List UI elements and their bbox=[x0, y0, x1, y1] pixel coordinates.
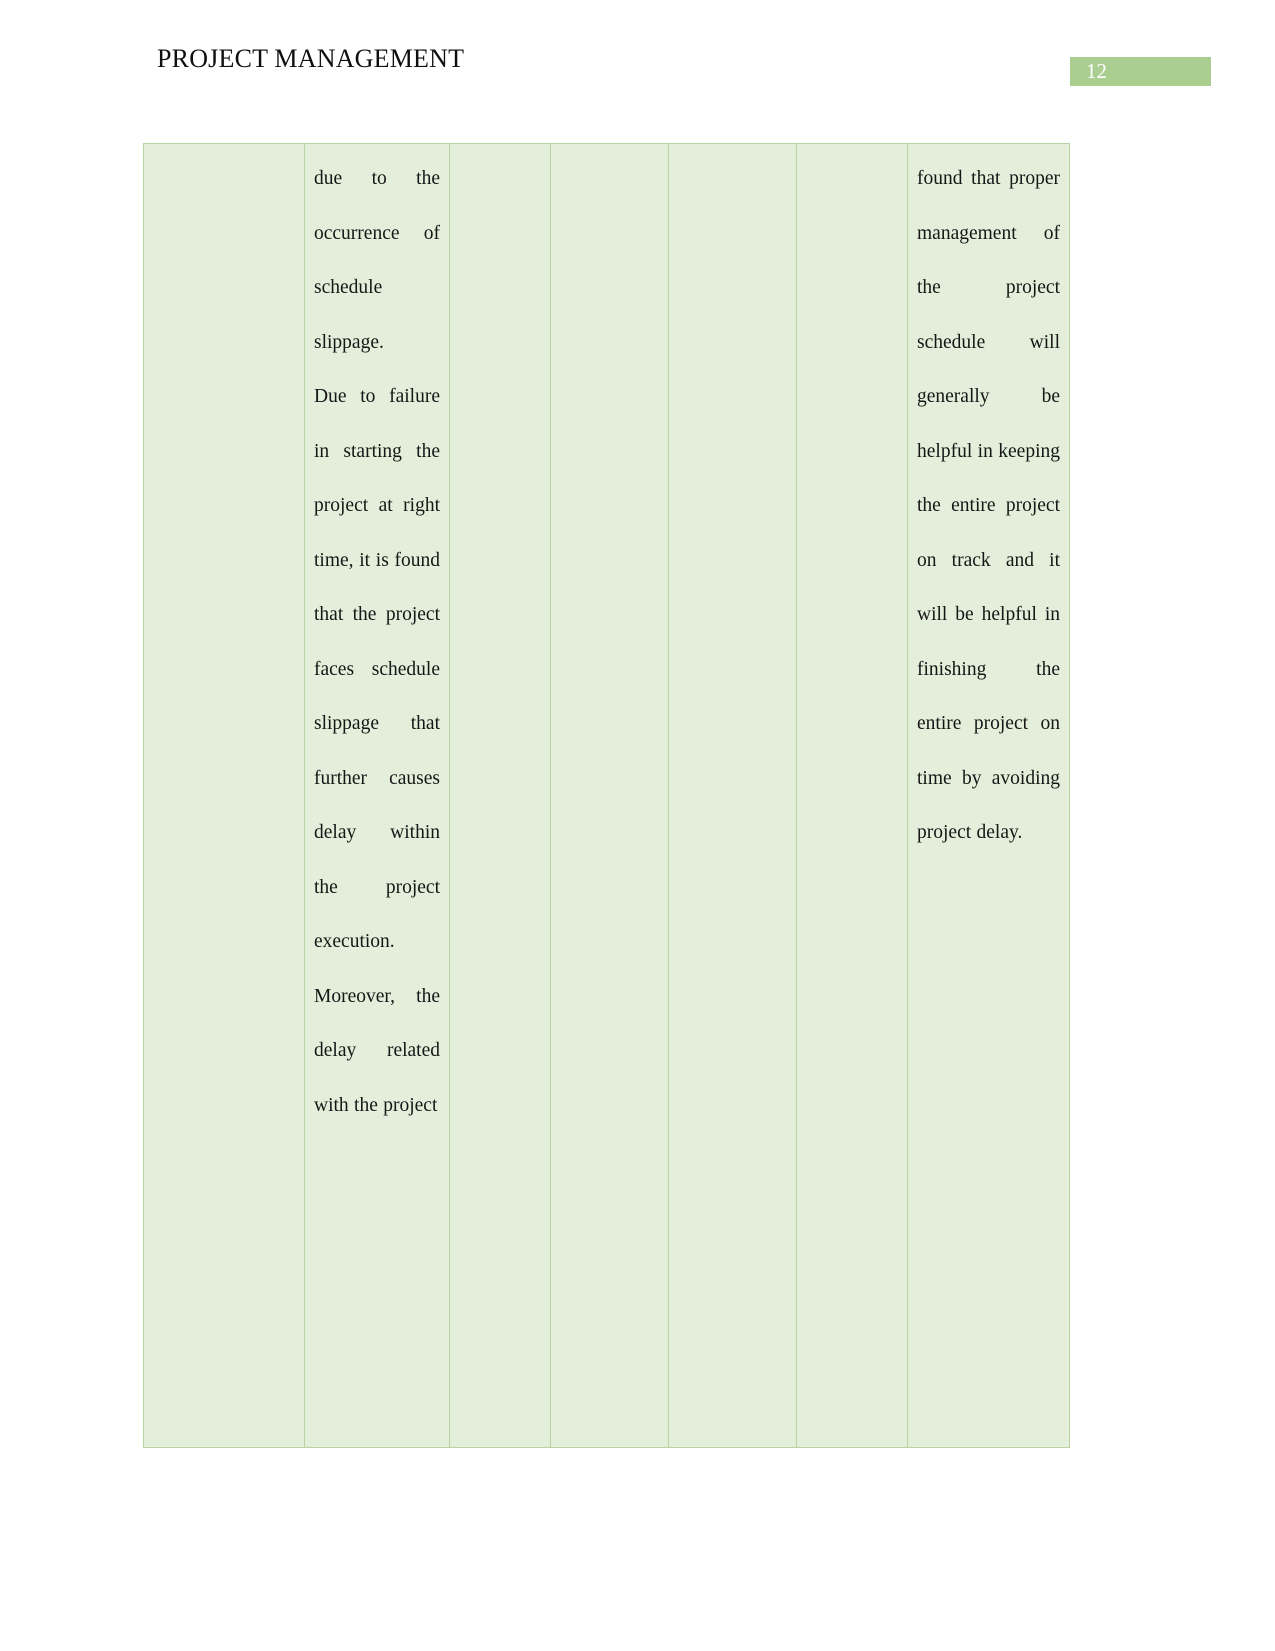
page-number-badge: 12 bbox=[1070, 57, 1211, 86]
cell-text-col2: due to the occurrence of schedule slippa… bbox=[306, 145, 449, 1134]
cell-text-col4 bbox=[552, 145, 668, 163]
cell-text-col5 bbox=[670, 145, 796, 163]
table-cell-col6 bbox=[796, 143, 908, 1448]
table-cell-col7: found that proper management of the proj… bbox=[907, 143, 1070, 1448]
cell-text-col1 bbox=[145, 145, 304, 163]
cell-text-col7: found that proper management of the proj… bbox=[909, 145, 1069, 861]
content-table-container: due to the occurrence of schedule slippa… bbox=[143, 143, 1070, 1448]
page-header: PROJECT MANAGEMENT 12 bbox=[0, 0, 1275, 120]
content-table: due to the occurrence of schedule slippa… bbox=[143, 143, 1070, 1448]
cell-text-col6 bbox=[798, 145, 907, 163]
cell-paragraph: found that proper management of the proj… bbox=[917, 168, 1060, 843]
page-number-label: 12 bbox=[1086, 59, 1107, 83]
table-cell-col3 bbox=[449, 143, 551, 1448]
table-cell-col5 bbox=[668, 143, 797, 1448]
cell-text-col3 bbox=[451, 145, 550, 163]
cell-paragraph: Due to failure in starting the project a… bbox=[314, 386, 440, 952]
table-cell-col4 bbox=[550, 143, 669, 1448]
table-cell-col1 bbox=[143, 143, 305, 1448]
table-row: due to the occurrence of schedule slippa… bbox=[143, 143, 1070, 1448]
cell-paragraph: Moreover, the delay related with the pro… bbox=[314, 985, 440, 1116]
page-title: PROJECT MANAGEMENT bbox=[157, 44, 465, 73]
table-cell-col2: due to the occurrence of schedule slippa… bbox=[304, 143, 450, 1448]
cell-paragraph: due to the occurrence of schedule slippa… bbox=[314, 168, 440, 353]
